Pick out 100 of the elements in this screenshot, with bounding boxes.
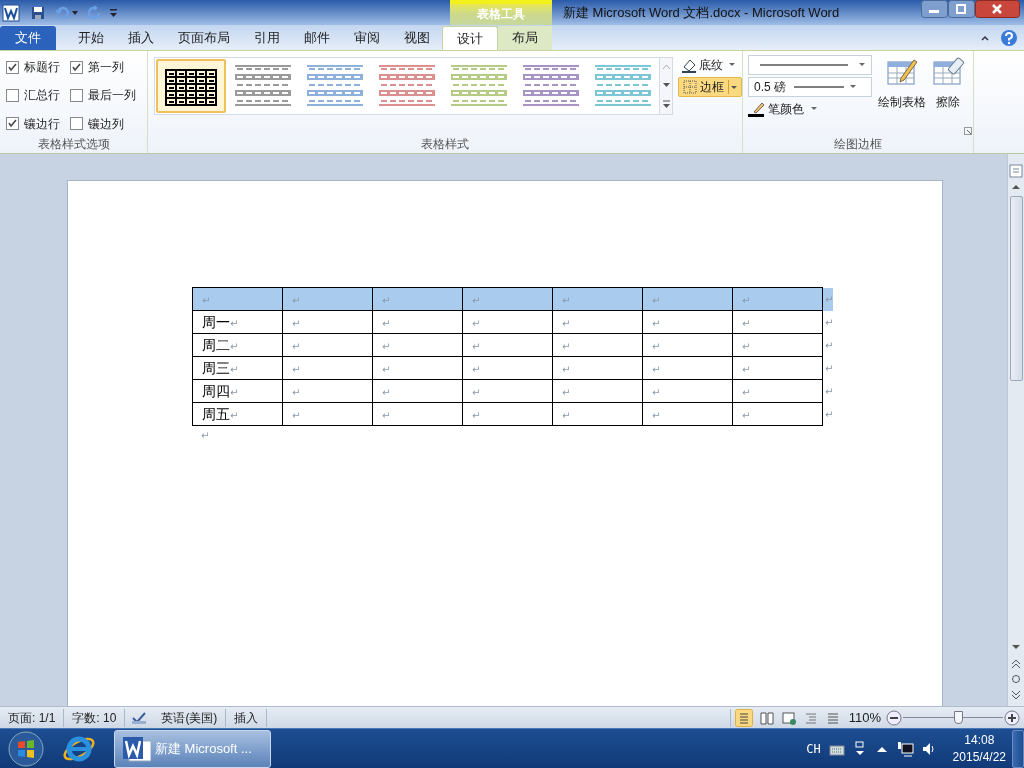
table-style-preview-drawing (449, 65, 509, 107)
draw-table-button[interactable]: 绘制表格 (878, 56, 926, 135)
checkmark-icon (7, 61, 18, 73)
ribbon-tab[interactable]: 审阅 (342, 26, 392, 50)
paragraph-mark: ↵ (652, 386, 661, 398)
context-tab-group-label: 表格工具 (450, 0, 552, 25)
restore-button[interactable] (948, 0, 975, 18)
paragraph-mark: ↵ (382, 363, 391, 375)
paragraph-mark: ↵ (562, 409, 571, 421)
help-icon[interactable] (1000, 29, 1018, 47)
ruler-toggle-icon[interactable] (1009, 164, 1023, 178)
paragraph-mark: ↵ (742, 409, 751, 421)
paragraph-mark: ↵ (652, 340, 661, 352)
pen-color-button[interactable]: 笔颜色 (748, 99, 872, 119)
zoom-level[interactable]: 110% (848, 707, 881, 728)
paragraph-mark: ↵ (742, 340, 751, 352)
line-weight-dropdown[interactable]: 0.5 磅 (748, 77, 872, 97)
paragraph-mark: ↵ (292, 386, 301, 398)
ribbon-tab[interactable]: 开始 (66, 26, 116, 50)
scrollbar-thumb[interactable] (1009, 196, 1023, 381)
ribbon-tab[interactable]: 引用 (242, 26, 292, 50)
cell-text: 周三 (202, 359, 230, 376)
option-label: 汇总行 (24, 87, 60, 105)
ribbon-tab[interactable]: 设计 (442, 26, 498, 50)
checkmark-icon (7, 118, 18, 130)
word-logo-icon (123, 734, 151, 763)
paragraph-mark: ↵ (382, 317, 391, 329)
customize-toolbar-icon[interactable] (109, 6, 118, 19)
paragraph-mark: ↵ (382, 340, 391, 352)
table-style-thumbnail[interactable] (156, 59, 226, 113)
line-style-dropdown[interactable] (748, 55, 872, 75)
end-of-row-mark: ↵ (825, 317, 834, 328)
option-label: 标题行 (24, 59, 60, 77)
end-of-row-mark: ↵ (825, 294, 834, 305)
zoom-out-icon[interactable] (886, 709, 902, 726)
status-item[interactable]: 字数: 10 (64, 708, 126, 727)
next-page-icon[interactable] (1009, 688, 1023, 702)
ribbon-tab[interactable]: 邮件 (292, 26, 342, 50)
ribbon-tab[interactable]: 布局 (498, 26, 552, 50)
save-icon[interactable] (30, 4, 46, 21)
ribbon-tab[interactable]: 页面布局 (166, 26, 242, 50)
end-of-row-mark: ↵ (825, 386, 834, 397)
ribbon-tab[interactable]: 视图 (392, 26, 442, 50)
paragraph-mark: ↵ (472, 317, 481, 329)
minimize-button[interactable] (921, 0, 948, 18)
status-item[interactable]: 页面: 1/1 (0, 708, 65, 727)
network-icon[interactable] (896, 740, 915, 757)
paragraph-mark: ↵ (230, 317, 239, 329)
paragraph-mark: ↵ (292, 363, 301, 375)
table-style-preview-drawing (305, 65, 365, 107)
checkbox[interactable] (6, 60, 19, 74)
group-label: 绘图边框 (833, 136, 883, 153)
table-style-preview-drawing (233, 65, 293, 107)
table-style-preview-drawing (521, 65, 581, 107)
caret-icon (728, 61, 736, 69)
ribbon-tab[interactable]: 文件 (0, 26, 56, 50)
checkbox[interactable] (70, 89, 83, 102)
option-label: 镶边行 (24, 115, 60, 133)
dialog-launcher-icon[interactable] (964, 127, 972, 135)
checkbox[interactable] (6, 117, 19, 131)
paragraph-mark: ↵ (230, 340, 239, 352)
ribbon-tab[interactable]: 插入 (116, 26, 166, 50)
status-item[interactable]: 英语(美国) (153, 708, 227, 727)
status-item[interactable]: 插入 (226, 708, 268, 727)
web-layout-icon[interactable] (780, 709, 797, 726)
reading-layout-icon[interactable] (758, 709, 775, 726)
paragraph-mark: ↵ (742, 386, 751, 398)
eraser-button[interactable]: 擦除 (932, 56, 964, 135)
browse-object-icon[interactable] (1009, 672, 1023, 686)
checkbox[interactable] (6, 89, 19, 102)
zoom-in-icon[interactable] (1004, 709, 1020, 726)
caret-icon (810, 105, 818, 113)
paragraph-mark: ↵ (742, 294, 751, 306)
checkbox[interactable] (70, 60, 83, 74)
paragraph-mark: ↵ (652, 363, 661, 375)
print-layout-icon[interactable] (734, 708, 753, 727)
shading-button[interactable]: 底纹 (678, 55, 742, 75)
end-of-row-mark: ↵ (825, 363, 834, 374)
paragraph-mark: ↵ (230, 363, 239, 375)
dropdown-caret-icon[interactable] (71, 8, 79, 17)
table-eraser-icon (932, 56, 964, 88)
end-of-row-mark: ↵ (825, 409, 834, 420)
paragraph-mark: ↵ (472, 363, 481, 375)
cell-text: 周五 (202, 405, 230, 422)
borders-button[interactable]: 边框 (678, 77, 742, 97)
language-indicator[interactable]: CH (806, 739, 821, 758)
start-button[interactable] (8, 730, 44, 767)
pen-icon (748, 101, 765, 117)
checkbox[interactable] (70, 117, 83, 131)
collapse-ribbon-icon[interactable] (980, 33, 990, 43)
close-button[interactable] (975, 0, 1020, 18)
clock[interactable]: 14:08 2015/4/22 (952, 731, 1006, 766)
paragraph-mark: ↵ (230, 386, 239, 398)
end-of-row-mark: ↵ (825, 340, 834, 351)
paragraph-mark: ↵ (652, 317, 661, 329)
paragraph-mark: ↵ (230, 409, 239, 421)
group-label: 表格样式选项 (36, 136, 111, 153)
zoom-slider-thumb[interactable] (954, 710, 963, 724)
option-label: 镶边列 (88, 115, 124, 133)
options-icon[interactable] (852, 740, 867, 757)
